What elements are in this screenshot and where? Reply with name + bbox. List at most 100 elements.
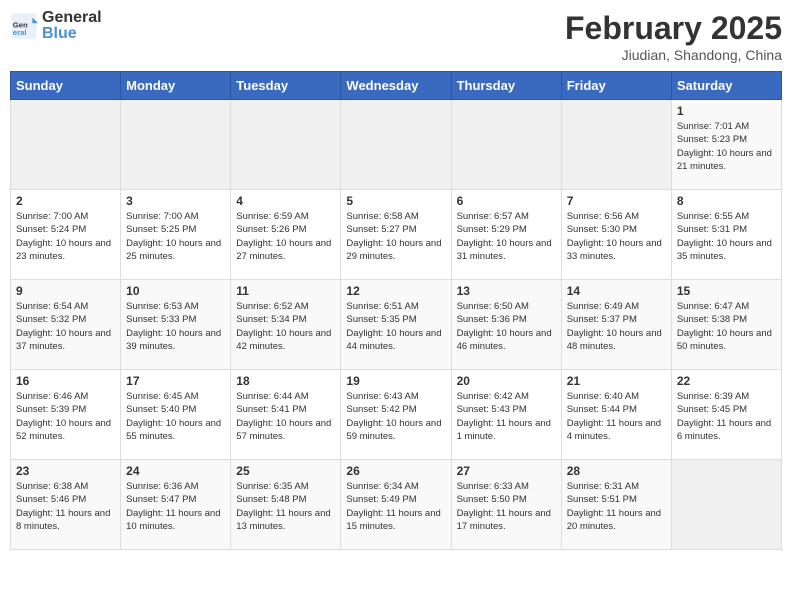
day-info: Sunrise: 6:53 AM Sunset: 5:33 PM Dayligh… — [126, 300, 225, 353]
day-of-week-header: Wednesday — [341, 72, 451, 100]
day-info: Sunrise: 6:54 AM Sunset: 5:32 PM Dayligh… — [16, 300, 115, 353]
calendar-day-cell — [561, 100, 671, 190]
day-info: Sunrise: 6:50 AM Sunset: 5:36 PM Dayligh… — [457, 300, 556, 353]
day-info: Sunrise: 6:31 AM Sunset: 5:51 PM Dayligh… — [567, 480, 666, 533]
calendar-day-cell: 14 Sunrise: 6:49 AM Sunset: 5:37 PM Dayli… — [561, 280, 671, 370]
day-of-week-header: Friday — [561, 72, 671, 100]
day-number: 21 — [567, 374, 666, 388]
day-number: 25 — [236, 464, 335, 478]
calendar-day-cell: 9 Sunrise: 6:54 AM Sunset: 5:32 PM Daylig… — [11, 280, 121, 370]
day-number: 3 — [126, 194, 225, 208]
calendar-day-cell: 21 Sunrise: 6:40 AM Sunset: 5:44 PM Dayli… — [561, 370, 671, 460]
calendar-day-cell: 7 Sunrise: 6:56 AM Sunset: 5:30 PM Daylig… — [561, 190, 671, 280]
calendar-day-cell: 4 Sunrise: 6:59 AM Sunset: 5:26 PM Daylig… — [231, 190, 341, 280]
calendar-day-cell: 2 Sunrise: 7:00 AM Sunset: 5:24 PM Daylig… — [11, 190, 121, 280]
day-number: 8 — [677, 194, 776, 208]
day-number: 5 — [346, 194, 445, 208]
day-info: Sunrise: 6:44 AM Sunset: 5:41 PM Dayligh… — [236, 390, 335, 443]
day-number: 11 — [236, 284, 335, 298]
calendar-day-cell: 6 Sunrise: 6:57 AM Sunset: 5:29 PM Daylig… — [451, 190, 561, 280]
calendar-day-cell — [671, 460, 781, 550]
calendar-day-cell: 17 Sunrise: 6:45 AM Sunset: 5:40 PM Dayli… — [121, 370, 231, 460]
day-number: 1 — [677, 104, 776, 118]
day-number: 2 — [16, 194, 115, 208]
calendar-day-cell: 13 Sunrise: 6:50 AM Sunset: 5:36 PM Dayli… — [451, 280, 561, 370]
calendar-week-row: 16 Sunrise: 6:46 AM Sunset: 5:39 PM Dayli… — [11, 370, 782, 460]
day-number: 17 — [126, 374, 225, 388]
day-info: Sunrise: 6:46 AM Sunset: 5:39 PM Dayligh… — [16, 390, 115, 443]
calendar-day-cell: 15Sunrise: 6:47 AM Sunset: 5:38 PM Dayli… — [671, 280, 781, 370]
day-info: Sunrise: 6:51 AM Sunset: 5:35 PM Dayligh… — [346, 300, 445, 353]
calendar-day-cell: 27 Sunrise: 6:33 AM Sunset: 5:50 PM Dayli… — [451, 460, 561, 550]
day-info: Sunrise: 6:43 AM Sunset: 5:42 PM Dayligh… — [346, 390, 445, 443]
calendar-title: February 2025 — [565, 10, 782, 47]
day-info: Sunrise: 6:40 AM Sunset: 5:44 PM Dayligh… — [567, 390, 666, 443]
day-info: Sunrise: 6:56 AM Sunset: 5:30 PM Dayligh… — [567, 210, 666, 263]
day-number: 4 — [236, 194, 335, 208]
calendar-week-row: 9 Sunrise: 6:54 AM Sunset: 5:32 PM Daylig… — [11, 280, 782, 370]
calendar-subtitle: Jiudian, Shandong, China — [565, 47, 782, 63]
day-number: 24 — [126, 464, 225, 478]
day-number: 12 — [346, 284, 445, 298]
calendar-day-cell: 16 Sunrise: 6:46 AM Sunset: 5:39 PM Dayli… — [11, 370, 121, 460]
day-of-week-header: Tuesday — [231, 72, 341, 100]
calendar-day-cell: 3 Sunrise: 7:00 AM Sunset: 5:25 PM Daylig… — [121, 190, 231, 280]
day-of-week-header: Monday — [121, 72, 231, 100]
day-number: 16 — [16, 374, 115, 388]
day-number: 20 — [457, 374, 556, 388]
calendar-day-cell — [341, 100, 451, 190]
day-info: Sunrise: 6:58 AM Sunset: 5:27 PM Dayligh… — [346, 210, 445, 263]
calendar-day-cell: 25 Sunrise: 6:35 AM Sunset: 5:48 PM Dayli… — [231, 460, 341, 550]
calendar-day-cell: 18 Sunrise: 6:44 AM Sunset: 5:41 PM Dayli… — [231, 370, 341, 460]
day-number: 28 — [567, 464, 666, 478]
day-number: 7 — [567, 194, 666, 208]
logo-icon: Gen eral — [10, 12, 38, 40]
logo-blue-text: Blue — [42, 25, 77, 42]
day-info: Sunrise: 7:00 AM Sunset: 5:25 PM Dayligh… — [126, 210, 225, 263]
calendar-day-cell: 23 Sunrise: 6:38 AM Sunset: 5:46 PM Dayli… — [11, 460, 121, 550]
day-number: 9 — [16, 284, 115, 298]
day-number: 18 — [236, 374, 335, 388]
day-info: Sunrise: 6:36 AM Sunset: 5:47 PM Dayligh… — [126, 480, 225, 533]
logo-general-text: General — [42, 9, 102, 26]
calendar-day-cell: 5 Sunrise: 6:58 AM Sunset: 5:27 PM Daylig… — [341, 190, 451, 280]
day-info: Sunrise: 6:49 AM Sunset: 5:37 PM Dayligh… — [567, 300, 666, 353]
calendar-day-cell — [121, 100, 231, 190]
day-info: Sunrise: 6:57 AM Sunset: 5:29 PM Dayligh… — [457, 210, 556, 263]
day-info: Sunrise: 6:35 AM Sunset: 5:48 PM Dayligh… — [236, 480, 335, 533]
calendar-day-cell: 10Sunrise: 6:53 AM Sunset: 5:33 PM Dayli… — [121, 280, 231, 370]
day-info: Sunrise: 6:34 AM Sunset: 5:49 PM Dayligh… — [346, 480, 445, 533]
day-number: 14 — [567, 284, 666, 298]
day-info: Sunrise: 6:33 AM Sunset: 5:50 PM Dayligh… — [457, 480, 556, 533]
day-info: Sunrise: 7:00 AM Sunset: 5:24 PM Dayligh… — [16, 210, 115, 263]
logo: Gen eral General Blue — [10, 10, 102, 42]
day-number: 6 — [457, 194, 556, 208]
calendar-day-cell — [231, 100, 341, 190]
day-info: Sunrise: 6:59 AM Sunset: 5:26 PM Dayligh… — [236, 210, 335, 263]
day-info: Sunrise: 6:45 AM Sunset: 5:40 PM Dayligh… — [126, 390, 225, 443]
day-info: Sunrise: 6:38 AM Sunset: 5:46 PM Dayligh… — [16, 480, 115, 533]
calendar-table: SundayMondayTuesdayWednesdayThursdayFrid… — [10, 71, 782, 550]
calendar-week-row: 2 Sunrise: 7:00 AM Sunset: 5:24 PM Daylig… — [11, 190, 782, 280]
day-info: Sunrise: 6:39 AM Sunset: 5:45 PM Dayligh… — [677, 390, 776, 443]
day-number: 27 — [457, 464, 556, 478]
day-of-week-header: Saturday — [671, 72, 781, 100]
day-number: 15 — [677, 284, 776, 298]
calendar-day-cell: 28 Sunrise: 6:31 AM Sunset: 5:51 PM Dayli… — [561, 460, 671, 550]
title-area: February 2025 Jiudian, Shandong, China — [565, 10, 782, 63]
day-of-week-header: Sunday — [11, 72, 121, 100]
calendar-day-cell: 22 Sunrise: 6:39 AM Sunset: 5:45 PM Dayli… — [671, 370, 781, 460]
calendar-day-cell: 11 Sunrise: 6:52 AM Sunset: 5:34 PM Dayli… — [231, 280, 341, 370]
calendar-day-cell: 19Sunrise: 6:43 AM Sunset: 5:42 PM Dayli… — [341, 370, 451, 460]
calendar-day-cell — [11, 100, 121, 190]
day-number: 22 — [677, 374, 776, 388]
calendar-day-cell: 8 Sunrise: 6:55 AM Sunset: 5:31 PM Daylig… — [671, 190, 781, 280]
calendar-day-cell: 24 Sunrise: 6:36 AM Sunset: 5:47 PM Dayli… — [121, 460, 231, 550]
day-number: 23 — [16, 464, 115, 478]
calendar-day-cell: 1Sunrise: 7:01 AM Sunset: 5:23 PM Daylig… — [671, 100, 781, 190]
day-info: Sunrise: 6:55 AM Sunset: 5:31 PM Dayligh… — [677, 210, 776, 263]
day-number: 13 — [457, 284, 556, 298]
calendar-day-cell — [451, 100, 561, 190]
day-info: Sunrise: 6:52 AM Sunset: 5:34 PM Dayligh… — [236, 300, 335, 353]
calendar-day-cell: 12 Sunrise: 6:51 AM Sunset: 5:35 PM Dayli… — [341, 280, 451, 370]
